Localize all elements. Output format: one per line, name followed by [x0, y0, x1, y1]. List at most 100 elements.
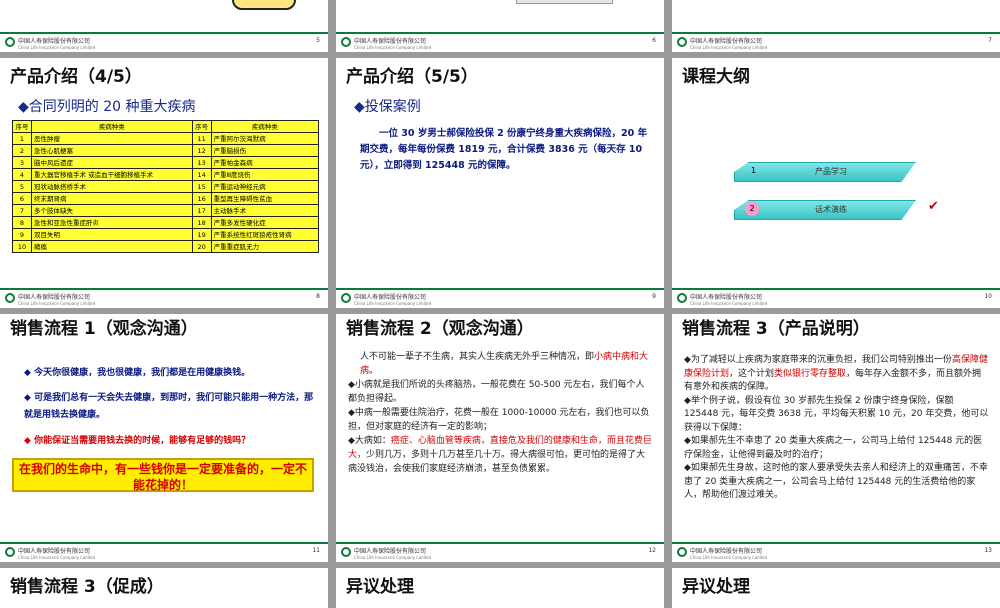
slide-13[interactable]: 销售流程 3（产品说明） ◆为了减轻以上疾病为家庭带来的沉重负担，我们公司特别推…: [672, 314, 1000, 562]
disease-name: 严重多发性硬化症: [210, 216, 320, 229]
slide-number: 12: [648, 547, 656, 554]
slide-number: 13: [984, 547, 992, 554]
slide-footer: 中国人寿保险股份有限公司 China Life Insurance Company…: [0, 34, 328, 52]
highlight-banner: 在我们的生命中，有一些钱你是一定要准备的，一定不能花掉的！: [12, 458, 314, 492]
slide-14[interactable]: 销售流程 3（促成）: [0, 568, 328, 608]
disease-name: 主动脉手术: [210, 204, 320, 217]
table-row: 10 瘫痪 20 严重重症肌无力: [12, 240, 320, 253]
row-number: 9: [12, 228, 32, 241]
bullet: ◆ 今天你很健康，我也很健康，我们都是在用健康换钱。: [24, 368, 251, 378]
table-header: 序号: [12, 120, 32, 133]
row-number: 20: [191, 240, 212, 253]
slide-footer: 中国人寿保险股份有限公司 China Life Insurance Company…: [0, 544, 328, 562]
slide-11[interactable]: 销售流程 1（观念沟通） ◆ 今天你很健康，我也很健康，我们都是在用健康换钱。 …: [0, 314, 328, 562]
table-header: 疾病种类: [210, 120, 320, 133]
slide-10[interactable]: 课程大纲 1 产品学习 2 话术演练 ✔ 中国人寿保险股份有限公司 China L…: [672, 58, 1000, 308]
disease-name: 瘫痪: [31, 240, 193, 253]
disease-name: 冠状动脉搭桥手术: [31, 180, 193, 193]
slide-title: 销售流程 2（观念沟通）: [346, 319, 534, 339]
table-row: 9 双目失明 19 严重系统性红斑狼疮性肾病: [12, 228, 320, 241]
row-number: 3: [12, 156, 32, 169]
row-number: 14: [191, 168, 212, 181]
row-number: 16: [191, 192, 212, 205]
row-number: 8: [12, 216, 32, 229]
slide-footer: 中国人寿保险股份有限公司 China Life Insurance Company…: [0, 290, 328, 308]
slide-12[interactable]: 销售流程 2（观念沟通） 人不可能一辈子不生病，其实人生疾病无外乎三种情况，即小…: [336, 314, 664, 562]
slide-title: 销售流程 3（促成）: [10, 577, 164, 597]
disease-name: 重大器官移植手术 或造血干细胞移植手术: [31, 168, 193, 181]
checkmark-icon: ✔: [928, 199, 939, 214]
row-number: 7: [12, 204, 32, 217]
slide-7[interactable]: 中国人寿保险股份有限公司 China Life Insurance Company…: [672, 0, 1000, 52]
disease-name: 双目失明: [31, 228, 193, 241]
slide-subtitle: ◆合同列明的 20 种重大疾病: [18, 99, 196, 115]
table-row: 7 多个肢体缺失 17 主动脉手术: [12, 204, 320, 217]
case-text: 一位 30 岁男士郝保险投保 2 份康宁终身重大疾病保险，20 年期交费，每年每…: [360, 128, 648, 171]
slide-title: 课程大纲: [682, 67, 750, 87]
slide-9[interactable]: 产品介绍（5/5） ◆投保案例 一位 30 岁男士郝保险投保 2 份康宁终身重大…: [336, 58, 664, 308]
row-number: 4: [12, 168, 32, 181]
company-logo-icon: [5, 547, 15, 557]
table-header: 序号: [191, 120, 212, 133]
table-row: 2 急性心肌梗塞 12 严重脑损伤: [12, 144, 320, 157]
disease-name: 重型再生障碍性贫血: [210, 192, 320, 205]
disease-name: 严重阿尔茨海默病: [210, 132, 320, 145]
slide-subtitle: ◆投保案例: [354, 99, 421, 115]
disease-name: 终末期肾病: [31, 192, 193, 205]
disease-name: 急性和亚急性重症肝炎: [31, 216, 193, 229]
slide-body: 人不可能一辈子不生病，其实人生疾病无外乎三种情况，即小病中病和大病。 ◆小病就是…: [348, 352, 652, 474]
table-header: 疾病种类: [31, 120, 193, 133]
outline-item-2[interactable]: 2 话术演练: [734, 200, 916, 220]
slide-number: 9: [652, 293, 656, 300]
illustration: [516, 0, 613, 4]
slide-8[interactable]: 产品介绍（4/5） ◆合同列明的 20 种重大疾病 序号 疾病种类 序号 疾病种…: [0, 58, 328, 308]
slide-15[interactable]: 异议处理: [336, 568, 664, 608]
company-logo-icon: [341, 293, 351, 303]
slide-footer: 中国人寿保险股份有限公司 China Life Insurance Company…: [672, 544, 1000, 562]
slide-16[interactable]: 异议处理: [672, 568, 1000, 608]
table-row: 1 恶性肿瘤 11 严重阿尔茨海默病: [12, 132, 320, 145]
bullet: ◆ 可是我们总有一天会失去健康，到那时，我们可能只能用一种方法，那就是用钱去换健…: [24, 393, 314, 420]
disease-name: 脑中风后遗症: [31, 156, 193, 169]
row-number: 12: [191, 144, 212, 157]
table-row: 8 急性和亚急性重症肝炎 18 严重多发性硬化症: [12, 216, 320, 229]
slide-number: 11: [312, 547, 320, 554]
slide-title: 销售流程 1（观念沟通）: [10, 319, 198, 339]
slide-footer: 中国人寿保险股份有限公司 China Life Insurance Company…: [672, 34, 1000, 52]
slide-footer: 中国人寿保险股份有限公司 China Life Insurance Company…: [336, 544, 664, 562]
company-logo-icon: [677, 547, 687, 557]
slide-6[interactable]: 中国人寿保险股份有限公司 China Life Insurance Company…: [336, 0, 664, 52]
slide-number: 5: [316, 37, 320, 44]
illustration: [232, 0, 296, 10]
slide-number: 7: [988, 37, 992, 44]
row-number: 10: [12, 240, 32, 253]
disease-name: 严重脑损伤: [210, 144, 320, 157]
row-number: 1: [12, 132, 32, 145]
slide-number: 10: [984, 293, 992, 300]
row-number: 13: [191, 156, 212, 169]
slide-footer: 中国人寿保险股份有限公司 China Life Insurance Company…: [336, 290, 664, 308]
disease-name: 严重帕金森病: [210, 156, 320, 169]
table-row: 6 终末期肾病 16 重型再生障碍性贫血: [12, 192, 320, 205]
slide-5[interactable]: 中国人寿保险股份有限公司 China Life Insurance Company…: [0, 0, 328, 52]
disease-name: 严重系统性红斑狼疮性肾病: [210, 228, 320, 241]
row-number: 15: [191, 180, 212, 193]
disease-name: 多个肢体缺失: [31, 204, 193, 217]
bullet: ◆ 你能保证当需要用钱去换的时候，能够有足够的钱吗？: [24, 436, 251, 446]
row-number: 6: [12, 192, 32, 205]
company-logo-icon: [677, 37, 687, 47]
table-row: 3 脑中风后遗症 13 严重帕金森病: [12, 156, 320, 169]
company-logo-icon: [677, 293, 687, 303]
slide-number: 6: [652, 37, 656, 44]
disease-name: 急性心肌梗塞: [31, 144, 193, 157]
disease-name: 恶性肿瘤: [31, 132, 193, 145]
table-row: 5 冠状动脉搭桥手术 15 严重运动神经元病: [12, 180, 320, 193]
slide-body: ◆为了减轻以上疾病为家庭带来的沉重负担，我们公司特别推出一份高保障健康保险计划，…: [684, 355, 989, 500]
disease-name: 严重重症肌无力: [210, 240, 320, 253]
outline-item-1[interactable]: 1 产品学习: [734, 162, 916, 182]
slide-number: 8: [316, 293, 320, 300]
company-logo-icon: [341, 37, 351, 47]
disease-name: 严重Ⅲ度烧伤: [210, 168, 320, 181]
row-number: 2: [12, 144, 32, 157]
slide-title: 异议处理: [346, 577, 414, 597]
